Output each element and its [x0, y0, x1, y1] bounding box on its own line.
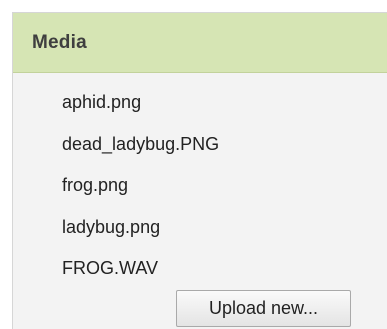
- media-file-item[interactable]: frog.png: [62, 169, 219, 211]
- upload-new-button[interactable]: Upload new...: [176, 290, 351, 327]
- media-file-item[interactable]: aphid.png: [62, 86, 219, 128]
- media-file-item[interactable]: FROG.WAV: [62, 252, 219, 294]
- media-file-list: aphid.png dead_ladybug.PNG frog.png lady…: [62, 86, 219, 294]
- media-file-item[interactable]: ladybug.png: [62, 211, 219, 253]
- media-panel-title: Media: [32, 31, 87, 53]
- media-file-item[interactable]: dead_ladybug.PNG: [62, 128, 219, 170]
- media-panel: Media aphid.png dead_ladybug.PNG frog.pn…: [12, 12, 387, 329]
- media-panel-header: Media: [13, 13, 387, 73]
